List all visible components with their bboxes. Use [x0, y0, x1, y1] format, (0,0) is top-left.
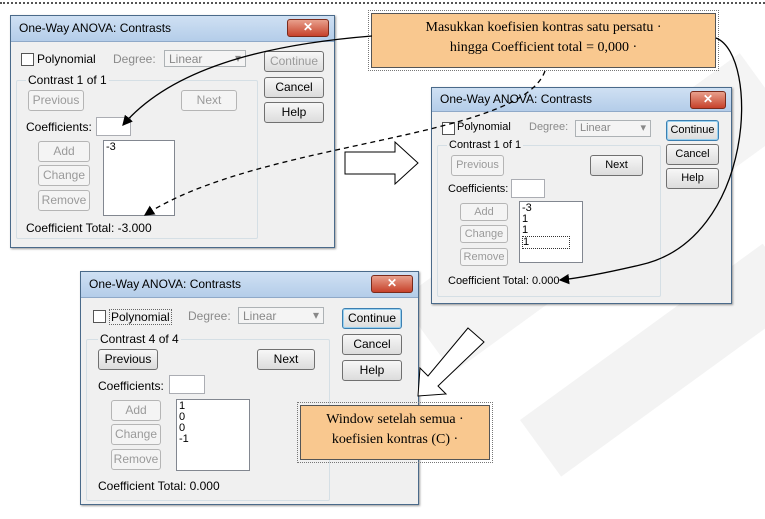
close-button[interactable]: ✕ [371, 275, 413, 293]
coefficients-label: Coefficients: [26, 120, 92, 134]
list-item-selected[interactable]: 1 [522, 236, 570, 249]
next-button[interactable]: Next [257, 349, 315, 370]
list-item[interactable]: -3 [522, 203, 580, 214]
degree-value: Linear [243, 309, 277, 323]
list-item[interactable]: 1 [522, 214, 580, 225]
list-item[interactable]: 1 [522, 225, 580, 236]
degree-label: Degree: [113, 52, 156, 66]
degree-select[interactable]: Linear ▾ [238, 307, 324, 324]
next-button[interactable]: Next [590, 155, 643, 176]
list-item[interactable]: 1 [179, 401, 247, 412]
coefficient-list[interactable]: -3 [103, 140, 175, 216]
degree-value: Linear [580, 122, 611, 134]
add-button[interactable]: Add [111, 400, 161, 421]
degree-value: Linear [169, 52, 203, 66]
note-line: koefisien kontras (C) · [331, 432, 459, 447]
contrast-label: Contrast 4 of 4 [98, 332, 181, 346]
change-button[interactable]: Change [111, 424, 161, 445]
continue-button[interactable]: Continue [666, 120, 719, 141]
remove-button[interactable]: Remove [38, 190, 90, 211]
help-button[interactable]: Help [342, 360, 402, 381]
title-bar: One-Way ANOVA: Contrasts ✕ [11, 16, 334, 42]
page-top-rule [0, 2, 765, 4]
add-button[interactable]: Add [460, 203, 508, 221]
coefficients-input[interactable] [169, 375, 205, 394]
add-button[interactable]: Add [38, 141, 90, 162]
polynomial-checkbox[interactable] [21, 53, 34, 66]
next-button[interactable]: Next [181, 90, 237, 111]
polynomial-label: Polynomial [109, 309, 172, 325]
continue-button[interactable]: Continue [264, 51, 324, 72]
close-button[interactable]: ✕ [690, 91, 726, 109]
instruction-note: Masukkan koefisien kontras satu persatu … [368, 10, 719, 71]
help-button[interactable]: Help [666, 168, 719, 189]
change-button[interactable]: Change [38, 165, 90, 186]
result-note: Window setelah semua · koefisien kontras… [297, 402, 493, 463]
right-block-arrow [344, 140, 419, 186]
degree-select[interactable]: Linear ▾ [575, 120, 651, 137]
chevron-down-icon: ▾ [234, 51, 241, 65]
cancel-button[interactable]: Cancel [342, 334, 402, 355]
contrasts-dialog-initial: One-Way ANOVA: Contrasts ✕ Polynomial De… [10, 15, 335, 248]
list-item[interactable]: 0 [179, 423, 247, 434]
remove-button[interactable]: Remove [460, 248, 508, 266]
previous-button[interactable]: Previous [451, 155, 504, 176]
degree-label: Degree: [188, 309, 231, 323]
coefficients-input[interactable] [511, 179, 545, 198]
polynomial-label: Polynomial [457, 121, 511, 133]
coefficient-total: Coefficient Total: -3.000 [26, 221, 152, 235]
chevron-down-icon: ▾ [640, 122, 646, 134]
list-item[interactable]: -3 [106, 142, 172, 153]
degree-label: Degree: [529, 121, 569, 133]
polynomial-label: Polynomial [37, 52, 96, 66]
coefficients-label: Coefficients: [98, 379, 164, 393]
cancel-button[interactable]: Cancel [666, 144, 719, 165]
contrasts-dialog-complete: One-Way ANOVA: Contrasts ✕ Polynomial De… [431, 87, 732, 304]
title-bar: One-Way ANOVA: Contrasts ✕ [81, 272, 418, 298]
dialog-body: Polynomial Degree: Linear ▾ Contrast 1 o… [437, 115, 726, 298]
dialog-body: Polynomial Degree: Linear ▾ Contrast 1 o… [16, 45, 329, 242]
close-button[interactable]: ✕ [287, 19, 329, 37]
previous-button[interactable]: Previous [28, 90, 84, 111]
dialog-body: Polynomial Degree: Linear ▾ Contrast 4 o… [86, 301, 413, 501]
coefficients-label: Coefficients: [448, 183, 509, 195]
coefficient-total: Coefficient Total: 0.000 [448, 275, 560, 287]
note-line: hingga Coefficient total = 0,000 · [449, 40, 638, 55]
help-button[interactable]: Help [264, 102, 324, 123]
window-title: One-Way ANOVA: Contrasts [89, 277, 242, 291]
coefficient-list[interactable]: 1 0 0 -1 [176, 399, 250, 471]
title-bar: One-Way ANOVA: Contrasts ✕ [432, 88, 731, 112]
degree-select[interactable]: Linear ▾ [164, 50, 246, 67]
coefficient-total: Coefficient Total: 0.000 [98, 479, 220, 493]
coefficients-input[interactable] [96, 117, 131, 136]
window-title: One-Way ANOVA: Contrasts [19, 21, 172, 35]
list-item[interactable]: 0 [179, 412, 247, 423]
note-line: Masukkan koefisien kontras satu persatu … [425, 20, 662, 35]
contrasts-dialog-final: One-Way ANOVA: Contrasts ✕ Polynomial De… [80, 271, 419, 505]
contrast-label: Contrast 1 of 1 [26, 73, 109, 87]
window-title: One-Way ANOVA: Contrasts [440, 92, 593, 106]
cancel-button[interactable]: Cancel [264, 77, 324, 98]
chevron-down-icon: ▾ [312, 308, 319, 322]
coefficient-list[interactable]: -3 1 1 1 [519, 201, 583, 263]
previous-button[interactable]: Previous [98, 349, 158, 370]
note-line: Window setelah semua · [326, 412, 464, 427]
continue-button[interactable]: Continue [342, 308, 402, 329]
change-button[interactable]: Change [460, 225, 508, 243]
remove-button[interactable]: Remove [111, 449, 161, 470]
polynomial-checkbox[interactable] [93, 310, 106, 323]
list-item[interactable]: -1 [179, 434, 247, 445]
contrast-label: Contrast 1 of 1 [447, 139, 524, 151]
polynomial-checkbox[interactable] [442, 122, 455, 135]
